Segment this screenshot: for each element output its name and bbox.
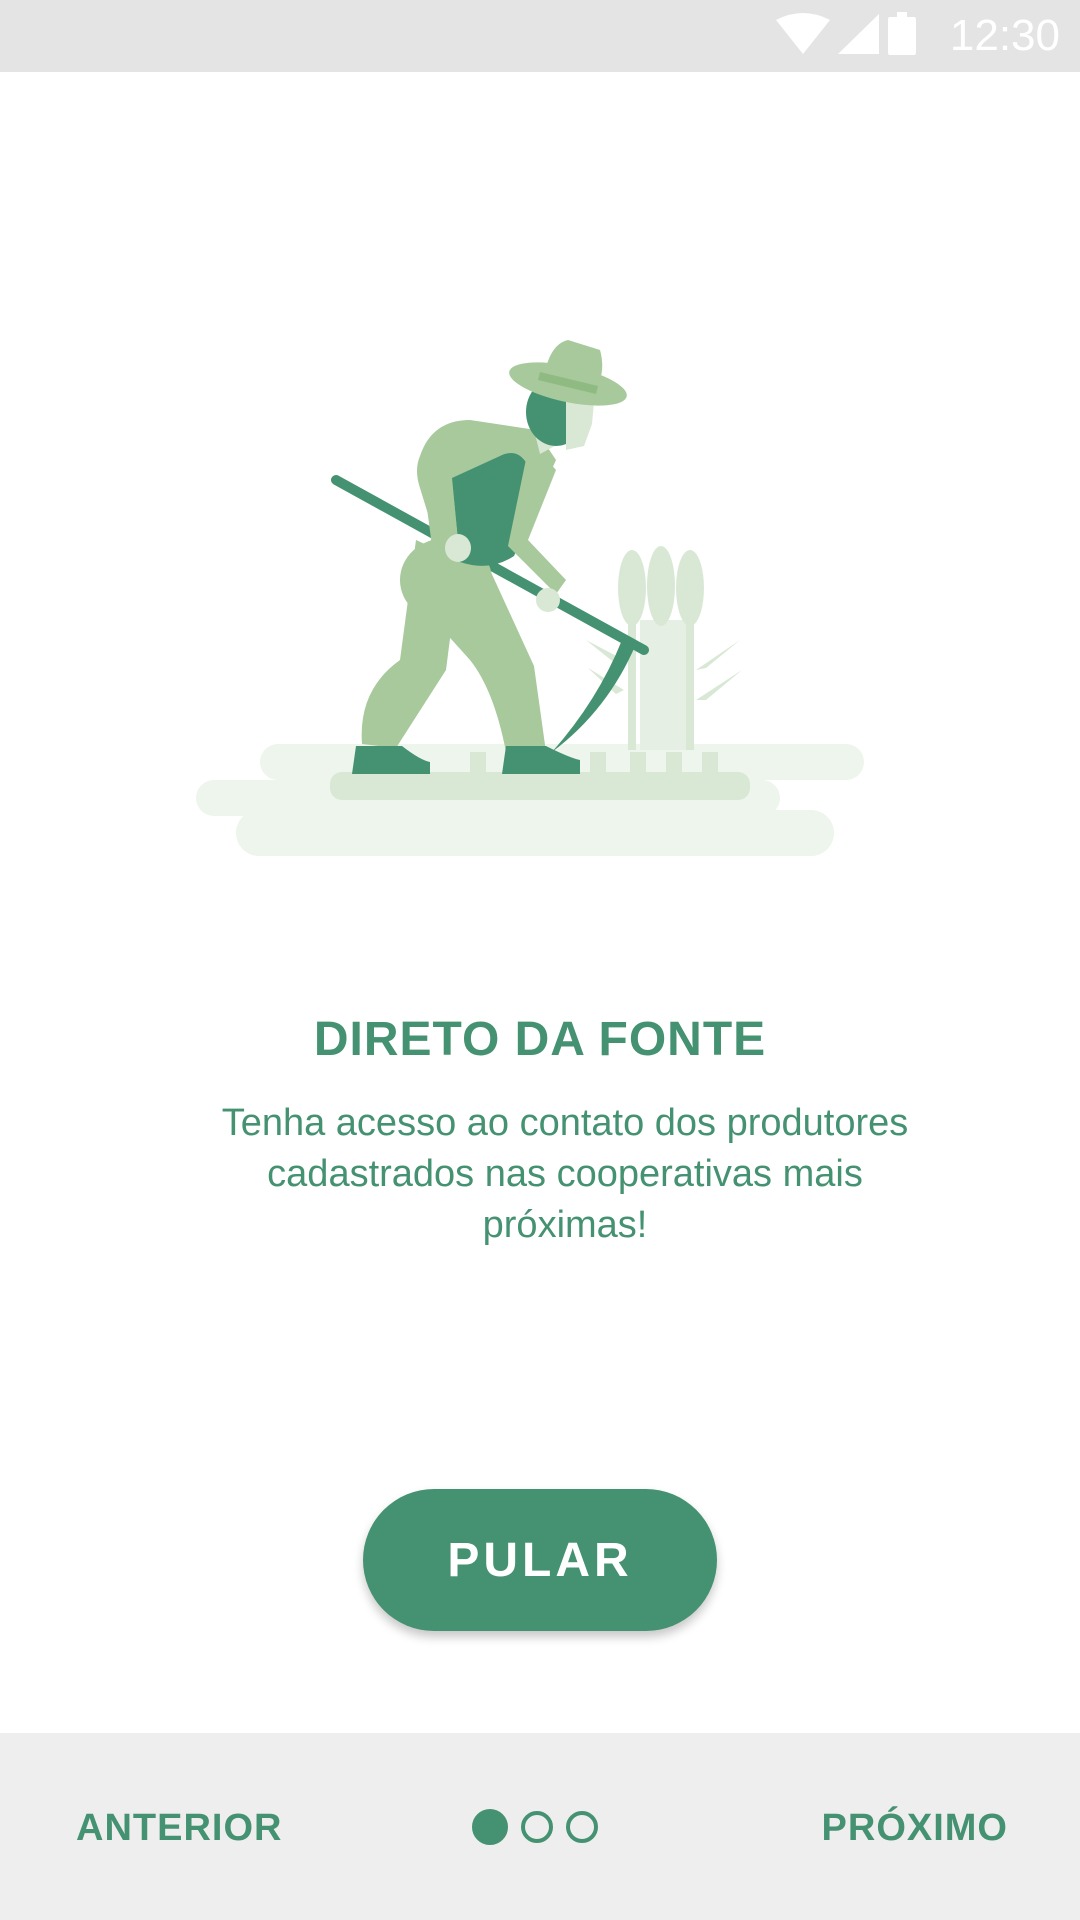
onboarding-title: DIRETO DA FONTE bbox=[313, 1013, 767, 1066]
battery-icon bbox=[888, 12, 916, 55]
page-dot-1-active[interactable] bbox=[472, 1809, 508, 1845]
status-bar: 12:30 bbox=[0, 0, 1080, 72]
skip-button[interactable]: PULAR bbox=[363, 1489, 717, 1631]
previous-button[interactable]: ANTERIOR bbox=[76, 1793, 282, 1863]
next-button[interactable]: PRÓXIMO bbox=[822, 1793, 1008, 1863]
status-time: 12:30 bbox=[949, 11, 1060, 60]
page-indicator bbox=[472, 1807, 598, 1847]
page-dot-3[interactable] bbox=[566, 1811, 598, 1843]
signal-icon bbox=[838, 14, 879, 54]
onboarding-description: Tenha acesso ao contato dos produtores c… bbox=[221, 1102, 909, 1246]
bottom-navigation-bar: ANTERIOR PRÓXIMO bbox=[0, 1733, 1080, 1920]
page-dot-2[interactable] bbox=[521, 1811, 553, 1843]
farmer-harvesting-illustration bbox=[0, 300, 1080, 880]
wifi-icon bbox=[776, 13, 830, 54]
